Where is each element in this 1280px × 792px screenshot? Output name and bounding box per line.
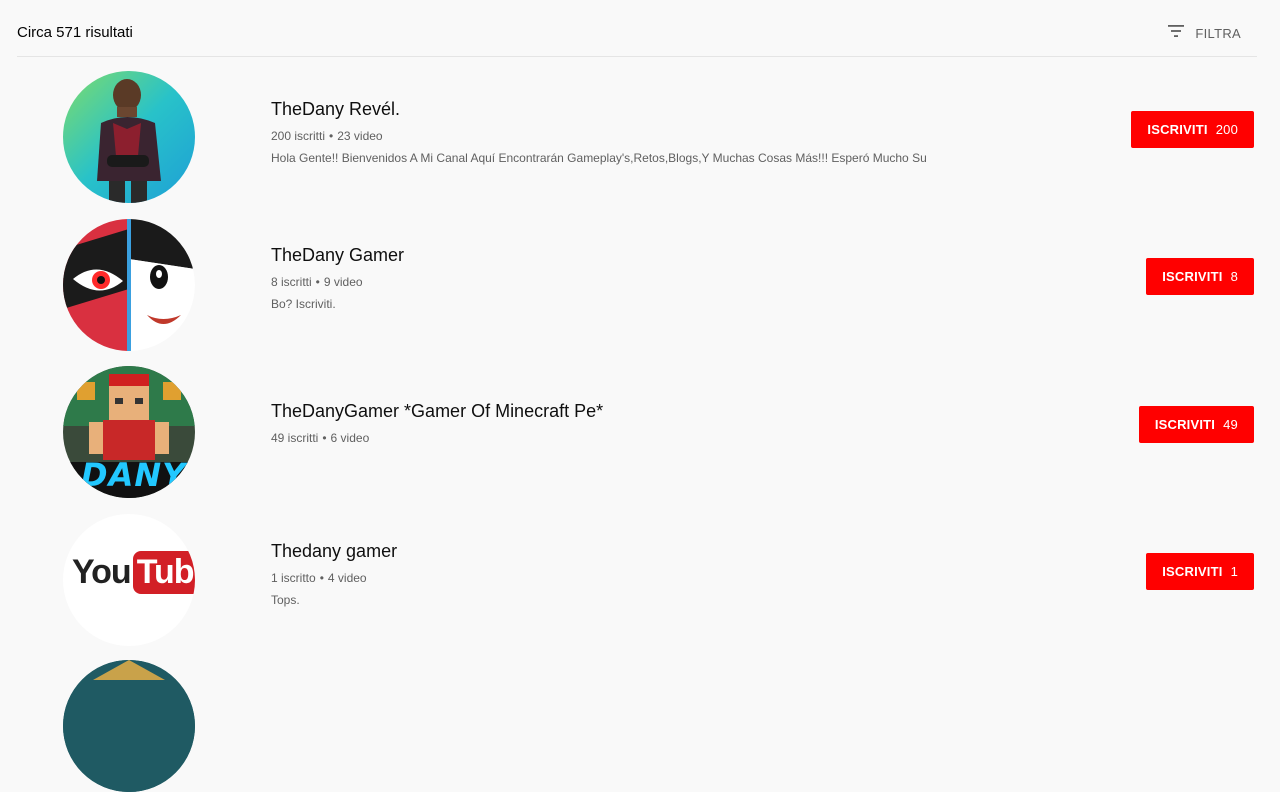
- channel-name[interactable]: TheDanyGamer *Gamer Of Minecraft Pe*: [271, 400, 603, 422]
- avatar-text: DANY: [81, 456, 187, 494]
- result-count: Circa 571 risultati: [17, 24, 133, 41]
- channel-result[interactable]: TheDany Revél. 200 iscritti • 23 video Hol…: [0, 71, 1280, 211]
- video-count: 9 video: [323, 275, 363, 289]
- channel-description: Tops.: [271, 593, 300, 607]
- subscribe-label: ISCRIVITI: [1154, 417, 1216, 432]
- channel-info: TheDany Gamer 8 iscritti • 9 video Bo? Isc…: [271, 244, 404, 312]
- meta-separator: •: [315, 275, 320, 289]
- subscribe-label: ISCRIVITI: [1162, 564, 1223, 579]
- meta-separator: •: [329, 129, 334, 143]
- subscribe-label: ISCRIVITI: [1162, 269, 1223, 284]
- subscribe-count: 8: [1230, 269, 1238, 284]
- channel-result[interactable]: DANY TheDanyGamer *Gamer Of Minecraft Pe…: [0, 366, 1280, 506]
- subscribe-count: 1: [1230, 564, 1238, 579]
- channel-avatar[interactable]: [63, 71, 195, 203]
- subscribe-button[interactable]: ISCRIVITI 49: [1138, 406, 1254, 443]
- meta-separator: •: [319, 571, 324, 585]
- filter-icon: [1167, 22, 1185, 45]
- channel-description: Bo? Iscriviti.: [271, 297, 336, 311]
- channel-name[interactable]: Thedany gamer: [271, 540, 397, 562]
- channel-meta: 1 iscritto • 4 video: [271, 570, 397, 586]
- subscribe-button[interactable]: ISCRIVITI 200: [1131, 111, 1254, 148]
- meta-separator: •: [322, 431, 327, 445]
- youtube-logo-text-tube: Tube: [132, 551, 195, 594]
- channel-result[interactable]: TheDany Gamer 8 iscritti • 9 video Bo? Isc…: [0, 219, 1280, 359]
- channel-name[interactable]: TheDany Gamer: [271, 244, 404, 266]
- channel-avatar[interactable]: DANY: [63, 366, 195, 498]
- subscriber-count: 49 iscritti: [271, 431, 319, 445]
- filter-label: FILTRA: [1195, 26, 1241, 41]
- subscribe-count: 200: [1215, 122, 1238, 137]
- youtube-logo-text-you: You: [72, 553, 132, 591]
- subscriber-count: 200 iscritti: [271, 129, 326, 143]
- subscriber-count: 1 iscritto: [271, 571, 316, 585]
- youtube-logo: You Tube: [72, 551, 195, 594]
- channel-description: Hola Gente!! Bienvenidos A Mi Canal Aquí…: [271, 151, 927, 165]
- channel-meta: 49 iscritti • 6 video: [271, 430, 603, 446]
- channel-info: TheDany Revél. 200 iscritti • 23 video Hol…: [271, 98, 927, 166]
- channel-meta: 200 iscritti • 23 video: [271, 128, 927, 144]
- channel-avatar[interactable]: You Tube: [63, 514, 195, 646]
- channel-avatar[interactable]: [63, 660, 195, 792]
- subscribe-label: ISCRIVITI: [1147, 122, 1208, 137]
- subscribe-button[interactable]: ISCRIVITI 8: [1146, 258, 1254, 295]
- channel-avatar[interactable]: [63, 219, 195, 351]
- subscriber-count: 8 iscritti: [271, 275, 312, 289]
- channel-name[interactable]: TheDany Revél.: [271, 98, 927, 120]
- filter-button[interactable]: FILTRA: [1167, 22, 1241, 45]
- video-count: 23 video: [337, 129, 383, 143]
- channel-info: Thedany gamer 1 iscritto • 4 video Tops.: [271, 540, 397, 608]
- results-header: Circa 571 risultati FILTRA: [17, 0, 1257, 57]
- subscribe-count: 49: [1223, 417, 1238, 432]
- channel-meta: 8 iscritti • 9 video: [271, 274, 404, 290]
- channel-result[interactable]: You Tube Thedany gamer 1 iscritto•4 vide…: [0, 514, 1280, 654]
- video-count: 4 video: [327, 571, 367, 585]
- video-count: 6 video: [330, 431, 370, 445]
- channel-info: TheDanyGamer *Gamer Of Minecraft Pe* 49 …: [271, 400, 603, 446]
- subscribe-button[interactable]: ISCRIVITI 1: [1146, 553, 1254, 590]
